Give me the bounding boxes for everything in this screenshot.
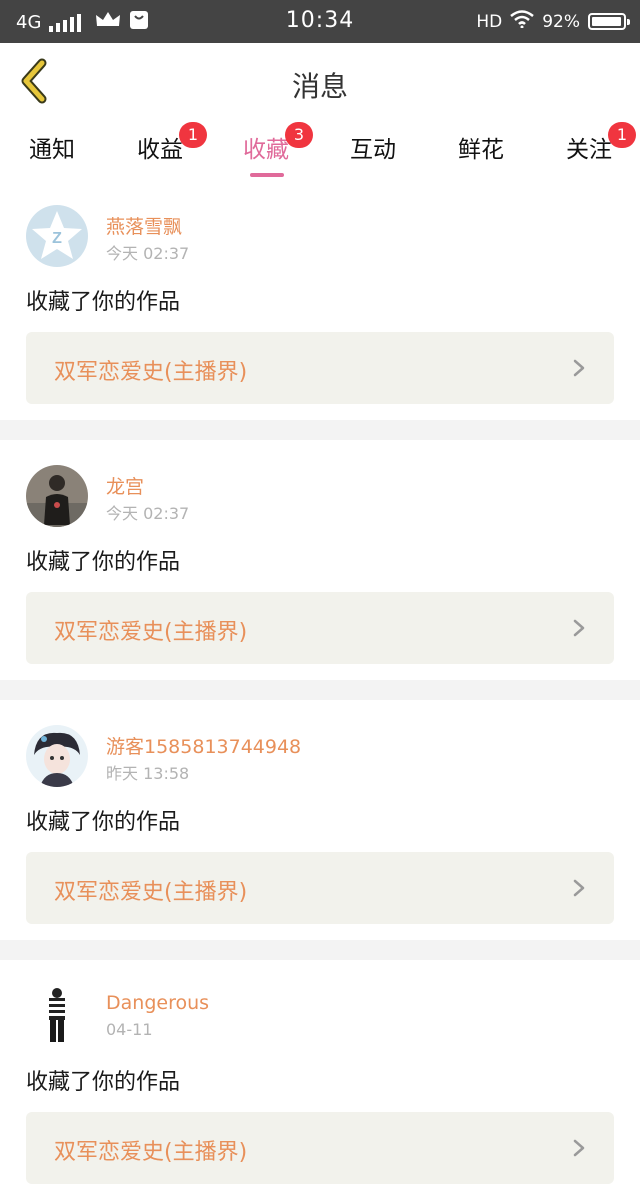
tab-label: 通知	[29, 137, 75, 163]
divider	[0, 420, 640, 440]
tab-label: 收益	[137, 137, 183, 163]
figure-avatar-icon	[26, 985, 88, 1047]
tab-favorites[interactable]: 收藏 3	[221, 122, 313, 177]
status-bar: 4G 10:34 HD 92%	[0, 0, 640, 43]
avatar[interactable]: Z	[26, 205, 88, 267]
chevron-right-icon	[573, 1139, 585, 1157]
status-right: HD 92%	[476, 10, 630, 33]
tab-flowers[interactable]: 鲜花	[436, 130, 526, 164]
work-title: 双军恋爱史(主播界)	[54, 1140, 248, 1165]
unread-badge: 1	[608, 122, 636, 148]
work-title: 双军恋爱史(主播界)	[54, 880, 248, 905]
tab-bar: 通知 收益 1 收藏 3 互动 鲜花 关注 1	[0, 120, 640, 180]
user-photo-avatar-icon	[26, 465, 88, 527]
tab-label: 鲜花	[458, 137, 504, 163]
unread-badge: 1	[179, 122, 207, 148]
chevron-right-icon	[573, 359, 585, 377]
qzone-star-avatar-icon: Z	[26, 205, 88, 267]
avatar[interactable]	[26, 465, 88, 527]
work-title: 双军恋爱史(主播界)	[54, 620, 248, 645]
chevron-right-icon	[573, 879, 585, 897]
svg-text:Z: Z	[52, 230, 62, 247]
message-card: Dangerous 04-11 收藏了你的作品 双军恋爱史(主播界)	[0, 960, 640, 1200]
header: 消息	[0, 43, 640, 121]
work-title: 双军恋爱史(主播界)	[54, 360, 248, 385]
divider	[0, 940, 640, 960]
message-card: Z 燕落雪飘 今天 02:37 收藏了你的作品 双军恋爱史(主播界)	[0, 180, 640, 420]
tab-label: 关注	[566, 137, 612, 163]
message-list: Z 燕落雪飘 今天 02:37 收藏了你的作品 双军恋爱史(主播界) 龙宫 今天…	[0, 180, 640, 1200]
work-link[interactable]: 双军恋爱史(主播界)	[26, 592, 614, 664]
action-text: 收藏了你的作品	[26, 290, 181, 315]
active-tab-indicator	[250, 173, 284, 177]
tab-follow[interactable]: 关注 1	[544, 122, 636, 164]
timestamp: 今天 02:37	[106, 244, 190, 263]
work-link[interactable]: 双军恋爱史(主播界)	[26, 1112, 614, 1184]
timestamp: 04-11	[106, 1020, 153, 1039]
tab-label: 互动	[350, 137, 396, 163]
tab-notice[interactable]: 通知	[7, 130, 97, 164]
username[interactable]: 龙宫	[106, 472, 144, 499]
battery-icon	[588, 13, 630, 30]
unread-badge: 3	[285, 122, 313, 148]
action-text: 收藏了你的作品	[26, 810, 181, 835]
work-link[interactable]: 双军恋爱史(主播界)	[26, 852, 614, 924]
message-card: 游客1585813744948 昨天 13:58 收藏了你的作品 双军恋爱史(主…	[0, 700, 640, 940]
avatar[interactable]	[26, 985, 88, 1047]
tab-label: 收藏	[243, 137, 289, 163]
battery-percent: 92%	[542, 11, 580, 32]
message-card: 龙宫 今天 02:37 收藏了你的作品 双军恋爱史(主播界)	[0, 440, 640, 680]
username[interactable]: 游客1585813744948	[106, 732, 301, 759]
page-title: 消息	[291, 70, 348, 103]
timestamp: 今天 02:37	[106, 504, 190, 523]
work-link[interactable]: 双军恋爱史(主播界)	[26, 332, 614, 404]
chevron-right-icon	[573, 619, 585, 637]
hd-label: HD	[476, 11, 503, 32]
tab-interaction[interactable]: 互动	[328, 130, 418, 164]
divider	[0, 680, 640, 700]
tab-earnings[interactable]: 收益 1	[115, 122, 207, 164]
timestamp: 昨天 13:58	[106, 764, 190, 783]
action-text: 收藏了你的作品	[26, 1070, 181, 1095]
action-text: 收藏了你的作品	[26, 550, 181, 575]
username[interactable]: Dangerous	[106, 992, 209, 1014]
wifi-icon	[510, 10, 534, 33]
anime-avatar-icon	[26, 725, 88, 787]
avatar[interactable]	[26, 725, 88, 787]
username[interactable]: 燕落雪飘	[106, 212, 182, 239]
